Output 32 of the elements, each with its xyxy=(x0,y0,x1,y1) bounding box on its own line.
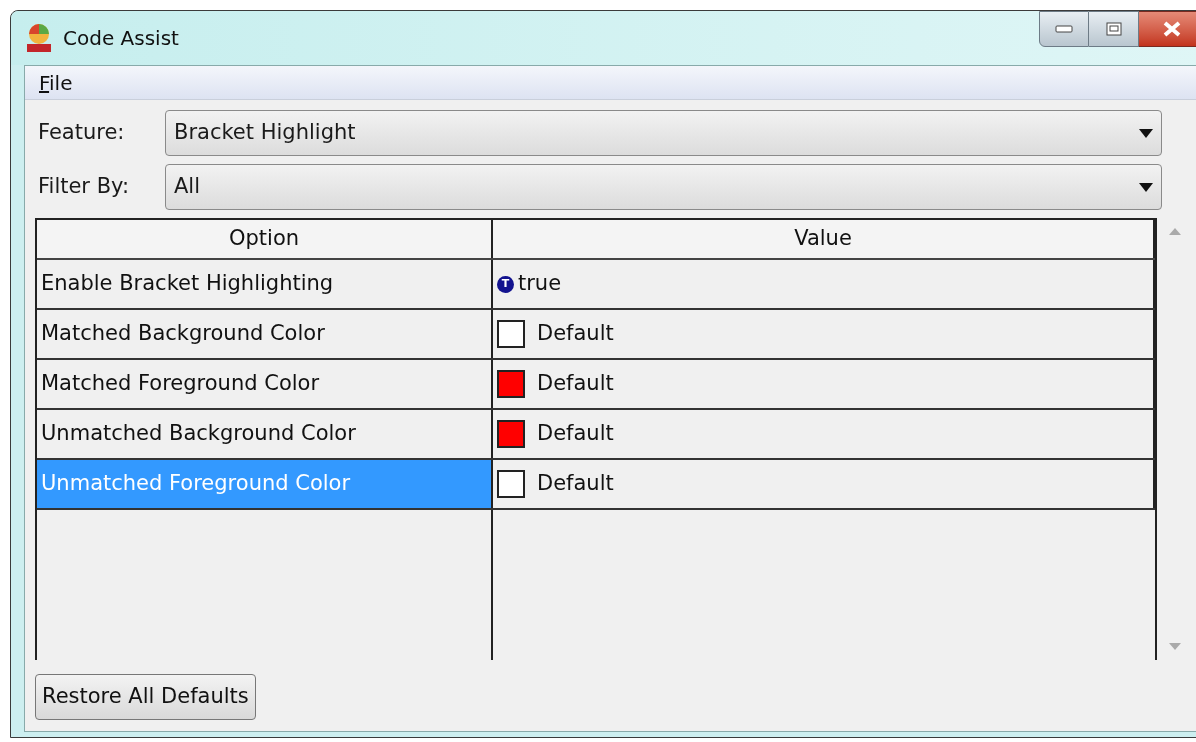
field-label: Feature: xyxy=(38,119,126,147)
close-button[interactable] xyxy=(1139,11,1196,47)
option-cell[interactable]: Unmatched Background Color xyxy=(37,410,493,458)
option-cell[interactable]: Matched Foreground Color xyxy=(37,360,493,408)
boolean-icon: T xyxy=(497,275,514,293)
color-swatch[interactable] xyxy=(497,470,525,498)
column-header[interactable]: Value xyxy=(493,220,1155,258)
dropdown[interactable]: Bracket Highlight xyxy=(165,110,1162,156)
color-swatch[interactable] xyxy=(497,370,525,398)
dropdown-caret-icon xyxy=(1139,182,1153,192)
minimize-icon xyxy=(1055,25,1073,33)
value-text: Default xyxy=(537,470,614,498)
value-text: Default xyxy=(537,320,614,348)
color-swatch[interactable] xyxy=(497,320,525,348)
value-text: Default xyxy=(537,370,614,398)
dropdown[interactable]: All xyxy=(165,164,1162,210)
minimize-button[interactable] xyxy=(1039,11,1089,47)
value-text: true xyxy=(518,270,562,298)
color-swatch[interactable] xyxy=(497,420,525,448)
restore-defaults-button[interactable]: Restore All Defaults xyxy=(35,674,256,720)
close-icon xyxy=(1161,21,1182,37)
option-cell[interactable]: Enable Bracket Highlighting xyxy=(37,260,493,308)
column-header[interactable]: Option xyxy=(37,220,493,258)
value-text: Default xyxy=(537,420,614,448)
maximize-icon xyxy=(1105,22,1122,36)
menu-item[interactable]: File xyxy=(39,67,73,98)
window-title: Code Assist xyxy=(63,25,179,52)
maximize-button[interactable] xyxy=(1089,11,1139,47)
app-logo-icon xyxy=(25,23,53,53)
dropdown-caret-icon xyxy=(1139,128,1153,138)
option-cell[interactable]: Matched Background Color xyxy=(37,310,493,358)
field-label: Filter By: xyxy=(38,173,131,201)
